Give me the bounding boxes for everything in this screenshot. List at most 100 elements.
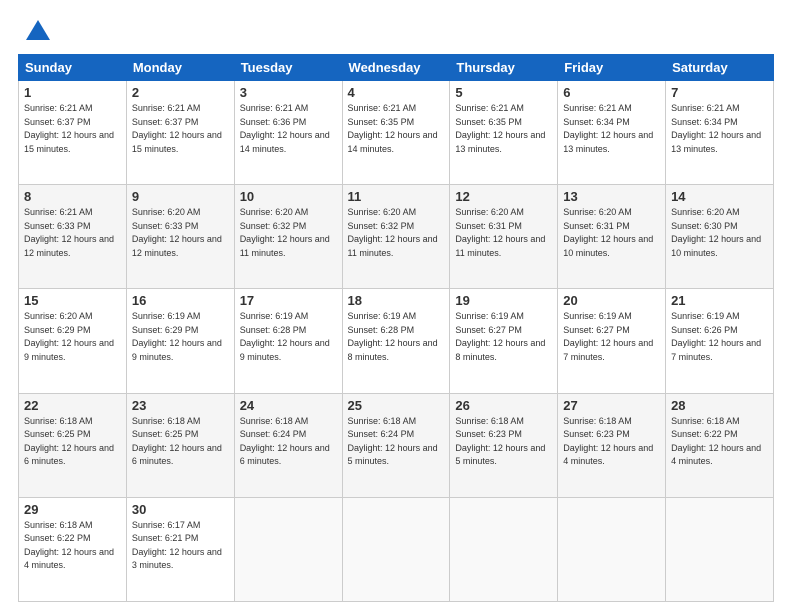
day-number: 30 [132,502,229,517]
day-number: 19 [455,293,552,308]
day-info: Sunrise: 6:20 AMSunset: 6:32 PMDaylight:… [240,207,330,258]
day-info: Sunrise: 6:18 AMSunset: 6:22 PMDaylight:… [671,416,761,467]
calendar-cell: 3 Sunrise: 6:21 AMSunset: 6:36 PMDaylight… [234,81,342,185]
calendar-cell: 21 Sunrise: 6:19 AMSunset: 6:26 PMDayligh… [666,289,774,393]
calendar-week-row: 15 Sunrise: 6:20 AMSunset: 6:29 PMDayligh… [19,289,774,393]
day-info: Sunrise: 6:20 AMSunset: 6:31 PMDaylight:… [455,207,545,258]
calendar-cell: 17 Sunrise: 6:19 AMSunset: 6:28 PMDayligh… [234,289,342,393]
calendar-cell: 13 Sunrise: 6:20 AMSunset: 6:31 PMDayligh… [558,185,666,289]
calendar-week-row: 22 Sunrise: 6:18 AMSunset: 6:25 PMDayligh… [19,393,774,497]
day-number: 22 [24,398,121,413]
day-info: Sunrise: 6:20 AMSunset: 6:33 PMDaylight:… [132,207,222,258]
header [18,18,774,46]
day-number: 10 [240,189,337,204]
empty-cell [558,497,666,601]
calendar-cell: 15 Sunrise: 6:20 AMSunset: 6:29 PMDayligh… [19,289,127,393]
day-number: 13 [563,189,660,204]
calendar-table: SundayMondayTuesdayWednesdayThursdayFrid… [18,54,774,602]
calendar-cell: 1 Sunrise: 6:21 AMSunset: 6:37 PMDaylight… [19,81,127,185]
day-info: Sunrise: 6:21 AMSunset: 6:37 PMDaylight:… [132,103,222,154]
weekday-header: Friday [558,55,666,81]
day-info: Sunrise: 6:19 AMSunset: 6:28 PMDaylight:… [240,311,330,362]
weekday-header: Wednesday [342,55,450,81]
day-number: 24 [240,398,337,413]
day-info: Sunrise: 6:20 AMSunset: 6:29 PMDaylight:… [24,311,114,362]
empty-cell [234,497,342,601]
logo [18,18,52,46]
day-info: Sunrise: 6:18 AMSunset: 6:25 PMDaylight:… [132,416,222,467]
calendar-week-row: 29 Sunrise: 6:18 AMSunset: 6:22 PMDayligh… [19,497,774,601]
day-info: Sunrise: 6:18 AMSunset: 6:24 PMDaylight:… [348,416,438,467]
calendar-cell: 5 Sunrise: 6:21 AMSunset: 6:35 PMDaylight… [450,81,558,185]
calendar-cell: 30 Sunrise: 6:17 AMSunset: 6:21 PMDayligh… [126,497,234,601]
day-info: Sunrise: 6:20 AMSunset: 6:30 PMDaylight:… [671,207,761,258]
day-number: 7 [671,85,768,100]
day-number: 23 [132,398,229,413]
day-number: 5 [455,85,552,100]
day-number: 4 [348,85,445,100]
day-info: Sunrise: 6:21 AMSunset: 6:35 PMDaylight:… [455,103,545,154]
day-number: 20 [563,293,660,308]
day-info: Sunrise: 6:21 AMSunset: 6:33 PMDaylight:… [24,207,114,258]
weekday-header: Monday [126,55,234,81]
day-number: 21 [671,293,768,308]
calendar-cell: 8 Sunrise: 6:21 AMSunset: 6:33 PMDaylight… [19,185,127,289]
calendar-week-row: 8 Sunrise: 6:21 AMSunset: 6:33 PMDaylight… [19,185,774,289]
day-info: Sunrise: 6:18 AMSunset: 6:25 PMDaylight:… [24,416,114,467]
empty-cell [450,497,558,601]
day-number: 2 [132,85,229,100]
day-info: Sunrise: 6:21 AMSunset: 6:35 PMDaylight:… [348,103,438,154]
weekday-header: Saturday [666,55,774,81]
day-number: 17 [240,293,337,308]
empty-cell [666,497,774,601]
day-info: Sunrise: 6:21 AMSunset: 6:34 PMDaylight:… [671,103,761,154]
day-number: 16 [132,293,229,308]
calendar-cell: 12 Sunrise: 6:20 AMSunset: 6:31 PMDayligh… [450,185,558,289]
day-info: Sunrise: 6:20 AMSunset: 6:31 PMDaylight:… [563,207,653,258]
calendar-cell: 18 Sunrise: 6:19 AMSunset: 6:28 PMDayligh… [342,289,450,393]
calendar-cell: 23 Sunrise: 6:18 AMSunset: 6:25 PMDayligh… [126,393,234,497]
day-number: 25 [348,398,445,413]
calendar-cell: 16 Sunrise: 6:19 AMSunset: 6:29 PMDayligh… [126,289,234,393]
day-number: 6 [563,85,660,100]
day-number: 9 [132,189,229,204]
day-number: 1 [24,85,121,100]
day-number: 18 [348,293,445,308]
day-info: Sunrise: 6:19 AMSunset: 6:27 PMDaylight:… [455,311,545,362]
day-number: 26 [455,398,552,413]
logo-icon [24,18,52,46]
day-number: 29 [24,502,121,517]
calendar-cell: 28 Sunrise: 6:18 AMSunset: 6:22 PMDayligh… [666,393,774,497]
day-number: 3 [240,85,337,100]
calendar-week-row: 1 Sunrise: 6:21 AMSunset: 6:37 PMDaylight… [19,81,774,185]
weekday-header: Tuesday [234,55,342,81]
day-number: 11 [348,189,445,204]
calendar-cell: 26Sunrise: 6:18 AMSunset: 6:23 PMDayligh… [450,393,558,497]
day-info: Sunrise: 6:17 AMSunset: 6:21 PMDaylight:… [132,520,222,571]
calendar-cell: 25 Sunrise: 6:18 AMSunset: 6:24 PMDayligh… [342,393,450,497]
day-info: Sunrise: 6:18 AMSunset: 6:22 PMDaylight:… [24,520,114,571]
calendar-cell: 6Sunrise: 6:21 AMSunset: 6:34 PMDaylight… [558,81,666,185]
day-info: Sunrise: 6:21 AMSunset: 6:37 PMDaylight:… [24,103,114,154]
day-info: Sunrise: 6:19 AMSunset: 6:27 PMDaylight:… [563,311,653,362]
day-info: Sunrise: 6:19 AMSunset: 6:28 PMDaylight:… [348,311,438,362]
day-info: Sunrise: 6:18 AMSunset: 6:24 PMDaylight:… [240,416,330,467]
weekday-header: Thursday [450,55,558,81]
day-info: Sunrise: 6:21 AMSunset: 6:36 PMDaylight:… [240,103,330,154]
calendar-cell: 29 Sunrise: 6:18 AMSunset: 6:22 PMDayligh… [19,497,127,601]
calendar-cell: 22 Sunrise: 6:18 AMSunset: 6:25 PMDayligh… [19,393,127,497]
day-number: 28 [671,398,768,413]
day-info: Sunrise: 6:18 AMSunset: 6:23 PMDaylight:… [563,416,653,467]
calendar-cell: 7 Sunrise: 6:21 AMSunset: 6:34 PMDaylight… [666,81,774,185]
day-number: 8 [24,189,121,204]
calendar-header-row: SundayMondayTuesdayWednesdayThursdayFrid… [19,55,774,81]
calendar-cell: 10 Sunrise: 6:20 AMSunset: 6:32 PMDayligh… [234,185,342,289]
day-number: 15 [24,293,121,308]
page: SundayMondayTuesdayWednesdayThursdayFrid… [0,0,792,612]
day-info: Sunrise: 6:19 AMSunset: 6:29 PMDaylight:… [132,311,222,362]
day-number: 14 [671,189,768,204]
day-info: Sunrise: 6:20 AMSunset: 6:32 PMDaylight:… [348,207,438,258]
day-info: Sunrise: 6:19 AMSunset: 6:26 PMDaylight:… [671,311,761,362]
day-number: 12 [455,189,552,204]
calendar-cell: 20 Sunrise: 6:19 AMSunset: 6:27 PMDayligh… [558,289,666,393]
